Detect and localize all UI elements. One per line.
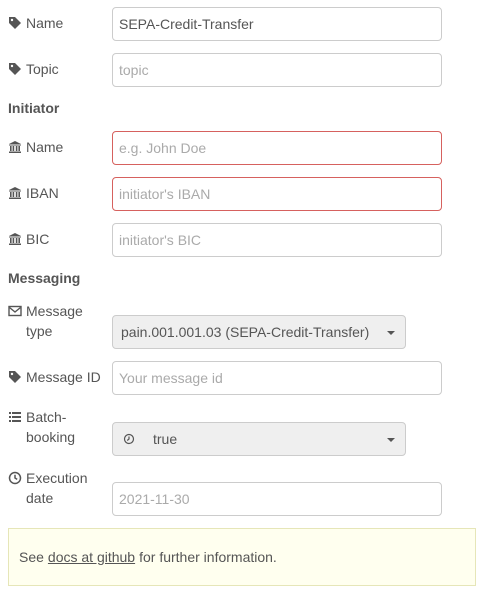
batch-booking-value: true xyxy=(153,431,178,447)
bic-field[interactable] xyxy=(112,223,442,257)
caret-down-icon xyxy=(387,438,395,442)
message-type-label-line1: Message xyxy=(26,303,83,319)
iban-field[interactable] xyxy=(112,177,442,211)
execution-date-input[interactable] xyxy=(119,483,435,515)
message-type-value: pain.001.001.03 (SEPA-Credit-Transfer) xyxy=(121,324,370,340)
initiator-heading: Initiator xyxy=(8,100,60,116)
message-id-label-text: Message ID xyxy=(26,369,101,385)
info-prefix: See xyxy=(19,549,44,565)
batch-booking-label-line1: Batch- xyxy=(26,409,67,425)
tag-icon xyxy=(9,63,21,75)
bank-icon xyxy=(9,187,21,199)
batch-booking-label: Batch- booking xyxy=(8,407,116,447)
envelope-icon xyxy=(8,305,22,317)
message-type-label: Message type xyxy=(8,301,116,341)
message-type-label-line2: type xyxy=(26,323,53,339)
message-id-label: Message ID xyxy=(8,367,101,387)
clock-icon xyxy=(8,471,22,485)
execution-date-label-line1: Execution xyxy=(26,470,88,486)
batch-booking-label-line2: booking xyxy=(26,429,76,445)
clock-icon xyxy=(123,433,135,445)
bic-input[interactable] xyxy=(119,224,435,256)
iban-label: IBAN xyxy=(8,183,59,203)
iban-input[interactable] xyxy=(119,178,435,210)
initiator-name-field[interactable] xyxy=(112,131,442,165)
initiator-name-label-text: Name xyxy=(26,139,64,155)
bank-icon xyxy=(9,233,21,245)
list-icon xyxy=(9,412,21,422)
tag-icon xyxy=(9,17,21,29)
bic-label-text: BIC xyxy=(26,231,50,247)
bank-icon xyxy=(9,141,21,153)
tag-icon xyxy=(9,371,21,383)
docs-link[interactable]: docs at github xyxy=(48,549,135,565)
topic-label-text: Topic xyxy=(26,61,59,77)
name-label-text: Name xyxy=(26,15,64,31)
bic-label: BIC xyxy=(8,229,49,249)
info-box: See docs at github for further informati… xyxy=(8,528,476,586)
message-id-input[interactable] xyxy=(119,362,435,394)
info-suffix: for further information. xyxy=(139,549,277,565)
execution-date-label-line2: date xyxy=(26,490,54,506)
topic-label: Topic xyxy=(8,59,59,79)
batch-booking-select[interactable]: true xyxy=(112,422,406,456)
messaging-heading: Messaging xyxy=(8,270,81,286)
iban-label-text: IBAN xyxy=(26,185,59,201)
initiator-name-label: Name xyxy=(8,137,63,157)
topic-input[interactable] xyxy=(119,54,435,86)
name-input[interactable] xyxy=(119,8,435,40)
name-field[interactable] xyxy=(112,7,442,41)
initiator-name-input[interactable] xyxy=(119,132,435,164)
caret-down-icon xyxy=(387,331,395,335)
execution-date-field[interactable] xyxy=(112,482,442,516)
message-type-select[interactable]: pain.001.001.03 (SEPA-Credit-Transfer) xyxy=(112,315,406,349)
message-id-field[interactable] xyxy=(112,361,442,395)
name-label: Name xyxy=(8,13,63,33)
topic-field[interactable] xyxy=(112,53,442,87)
execution-date-label: Execution date xyxy=(8,468,116,508)
